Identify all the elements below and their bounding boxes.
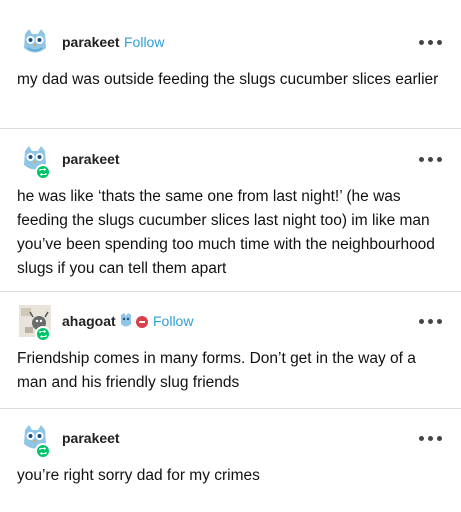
reblog-icon — [35, 326, 51, 342]
post-username[interactable]: ahagoat — [62, 313, 116, 329]
post-divider — [0, 128, 461, 129]
post-text: he was like ‘thats the same one from las… — [17, 188, 435, 277]
post-divider — [0, 408, 461, 409]
red-badge-icon — [136, 315, 148, 333]
post-username[interactable]: parakeet — [62, 34, 120, 50]
post-divider — [0, 291, 461, 292]
post-username[interactable]: parakeet — [62, 151, 120, 167]
more-options-icon[interactable] — [419, 436, 447, 442]
follow-button[interactable]: Follow — [124, 34, 164, 50]
more-options-icon[interactable] — [419, 319, 447, 325]
post-text: my dad was outside feeding the slugs cuc… — [17, 71, 439, 88]
reblog-icon — [35, 443, 51, 459]
post-text: you’re right sorry dad for my crimes — [17, 467, 260, 484]
blue-badge-icon — [119, 313, 133, 334]
more-options-icon[interactable] — [419, 40, 447, 46]
follow-button[interactable]: Follow — [153, 313, 193, 329]
owl-avatar-icon[interactable] — [19, 26, 51, 58]
more-options-icon[interactable] — [419, 157, 447, 163]
post-username[interactable]: parakeet — [62, 430, 120, 446]
post-text: Friendship comes in many forms. Don’t ge… — [17, 350, 416, 391]
reblog-icon — [35, 164, 51, 180]
